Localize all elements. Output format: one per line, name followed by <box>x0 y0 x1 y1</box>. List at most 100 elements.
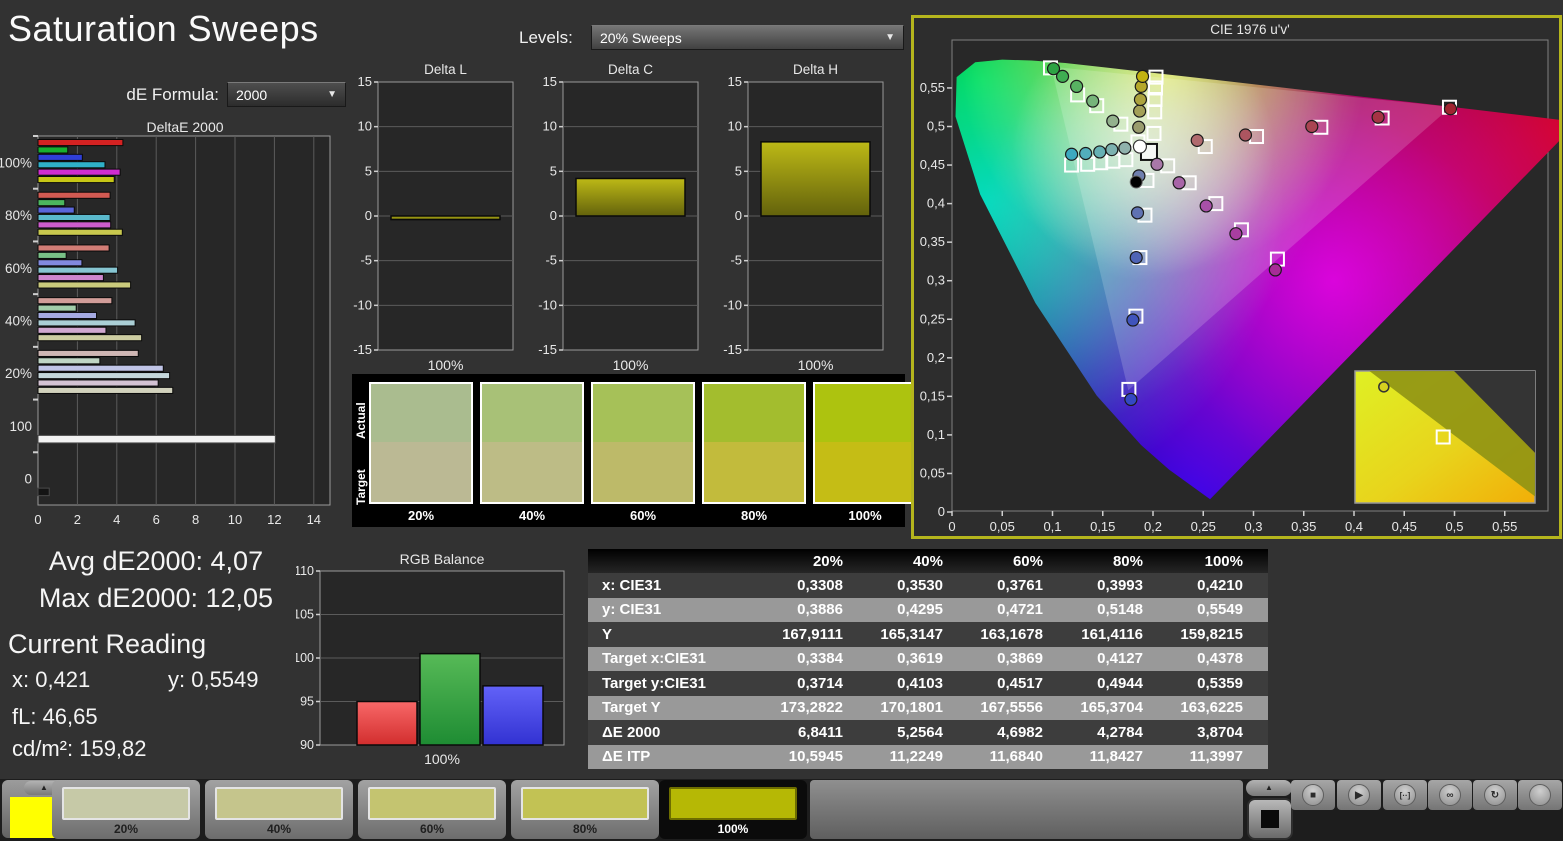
svg-text:5: 5 <box>550 163 557 178</box>
swatch-target-color <box>704 442 804 502</box>
play-button[interactable]: ▶ <box>1337 780 1381 810</box>
deltae-bar-60%-green <box>37 251 67 259</box>
svg-text:0,35: 0,35 <box>920 234 945 249</box>
cie-measured-cyan-60pct <box>1093 145 1107 159</box>
cie-panel: CIE 1976 u'v' 0 0 0,05 0,05 0,1 0,1 0,15 0,15 0,2… <box>911 15 1563 539</box>
blank-icon <box>1529 784 1551 806</box>
table-cell: 6,8411 <box>797 723 843 741</box>
table-row: Target Y 173,2822 170,1801 167,5556 165,3704… <box>588 695 1268 720</box>
levels-value: 20% Sweeps <box>600 29 682 46</box>
deltae2000-chart: DeltaE 2000 0 2 4 6 8 10 12 14 100% 80% 60% 40% 20% 10… <box>0 119 331 527</box>
svg-text:0,35: 0,35 <box>1291 519 1316 534</box>
svg-text:-10: -10 <box>353 297 372 312</box>
reading-cdm2: cd/m²: 159,82 <box>12 736 147 761</box>
table-cell: 0,4103 <box>897 674 943 692</box>
swatch-actual-color <box>704 384 804 442</box>
table-row: ΔE ITP 10,5945 11,2249 11,6840 11,8427 11,399… <box>588 744 1268 769</box>
table-cell: 167,5556 <box>980 699 1043 717</box>
cie-1976-chart: CIE 1976 u'v' 00 0,05 0,05 0,1 0,1 0,15 0,15 0,2… <box>920 22 1563 534</box>
swatch-target-color <box>593 442 693 502</box>
cie-measured-magenta-40pct <box>1172 176 1186 190</box>
table-cell: 0,4127 <box>1097 650 1143 668</box>
continuous-button[interactable]: ∞ <box>1428 780 1472 810</box>
cie-measured-red-40pct <box>1238 128 1253 142</box>
table-row-label: Y <box>602 625 613 643</box>
table-row: Y 167,9111 165,3147 163,1678 161,4116 159,821… <box>588 622 1268 647</box>
delta_c-bar <box>575 177 686 217</box>
svg-text:-10: -10 <box>723 297 742 312</box>
table-row-label: Target Y <box>602 699 661 717</box>
deltae-bar-80%-magenta <box>37 221 112 229</box>
svg-text:10: 10 <box>728 119 742 134</box>
level-tile-40%[interactable]: 40% <box>205 780 353 839</box>
swatch-100% <box>813 382 917 504</box>
cie-measured-cyan-100pct <box>1064 147 1079 161</box>
table-header-row: 20% 40% 60% 80% 100% <box>588 549 1268 573</box>
deltae-bar-80%-cyan <box>37 213 111 222</box>
svg-text:0: 0 <box>550 208 557 223</box>
stop-icon <box>1261 810 1279 828</box>
svg-text:15: 15 <box>543 74 557 89</box>
table-cell: 5,2564 <box>897 723 943 741</box>
table-row: Target y:CIE31 0,3714 0,4103 0,4517 0,4944 0,… <box>588 671 1268 696</box>
blank-button[interactable] <box>1518 780 1562 810</box>
stop-large-button[interactable] <box>1247 798 1293 840</box>
svg-text:10: 10 <box>228 512 242 527</box>
level-tile-60%[interactable]: 60% <box>358 780 506 839</box>
svg-text:15: 15 <box>728 74 742 89</box>
controls-expand-button[interactable]: ▲ <box>1246 780 1292 796</box>
table-cell: 0,5148 <box>1097 601 1143 619</box>
svg-text:0,5: 0,5 <box>1445 519 1463 534</box>
table-cell: 0,4210 <box>1197 576 1243 594</box>
continuous-icon: ∞ <box>1439 784 1461 806</box>
svg-text:14: 14 <box>307 512 321 527</box>
svg-text:0,55: 0,55 <box>1492 519 1517 534</box>
swatch-target-color <box>482 442 582 502</box>
svg-text:0: 0 <box>365 208 372 223</box>
svg-text:80%: 80% <box>5 208 32 223</box>
deltae-bar-100%-magenta <box>37 168 121 176</box>
level-tile-swatch <box>521 787 649 820</box>
loop-button[interactable]: ↻ <box>1473 780 1517 810</box>
level-tile-80%[interactable]: 80% <box>511 780 659 839</box>
svg-text:CIE 1976 u'v': CIE 1976 u'v' <box>1210 22 1289 37</box>
stop-button[interactable]: ■ <box>1291 780 1335 810</box>
series-icon: [··] <box>1394 784 1416 806</box>
svg-text:100: 100 <box>9 419 32 434</box>
table-cell: 4,6982 <box>997 723 1043 741</box>
svg-text:0,1: 0,1 <box>1043 519 1061 534</box>
svg-text:-15: -15 <box>353 342 372 357</box>
de-formula-dropdown[interactable]: 2000 ▼ <box>227 82 346 107</box>
deltae-bar-100%-yellow <box>37 176 115 184</box>
table-cell: 4,2784 <box>1097 723 1143 741</box>
level-tile-100%[interactable]: 100% <box>659 780 807 839</box>
svg-text:0,05: 0,05 <box>990 519 1015 534</box>
series-button[interactable]: [··] <box>1383 780 1427 810</box>
table-cell: 0,3619 <box>897 650 943 668</box>
table-cell: 0,3761 <box>997 576 1043 594</box>
table-cell: 0,3886 <box>797 601 843 619</box>
deltae-bar-100%-blue <box>37 153 83 161</box>
svg-text:10: 10 <box>543 119 557 134</box>
level-tile-20%[interactable]: 20% <box>52 780 200 839</box>
svg-text:-15: -15 <box>538 342 557 357</box>
levels-dropdown[interactable]: 20% Sweeps ▼ <box>591 25 904 50</box>
cie-measured-yellow-100pct <box>1135 69 1150 83</box>
delta_h-bar <box>760 141 871 217</box>
delta-h-chart: Delta H -15 -10 -5 0 5 10 15 100% <box>723 62 884 373</box>
svg-text:10: 10 <box>358 119 372 134</box>
deltae-bar-100 <box>37 434 276 444</box>
table-cell: 0,3993 <box>1097 576 1143 594</box>
deltae-bar-100%-red <box>37 139 124 147</box>
table-row: y: CIE31 0,3886 0,4295 0,4721 0,5148 0,5549 <box>588 597 1268 622</box>
table-col-header: 20% <box>812 552 843 570</box>
deltae-bar-20%-magenta <box>37 379 159 387</box>
cie-measured-red-100pct <box>1443 102 1458 116</box>
cie-measured-yellow-60pct <box>1133 92 1148 107</box>
app-root: Saturation Sweeps dE Formula: 2000 ▼ Del… <box>0 0 1563 841</box>
cie-measured-blue-60pct <box>1129 250 1143 265</box>
svg-text:110: 110 <box>296 564 314 578</box>
levels-label: Levels: <box>519 28 573 47</box>
deltae-bar-80%-yellow <box>37 228 123 236</box>
cie-measured-cyan-80pct <box>1079 146 1093 161</box>
